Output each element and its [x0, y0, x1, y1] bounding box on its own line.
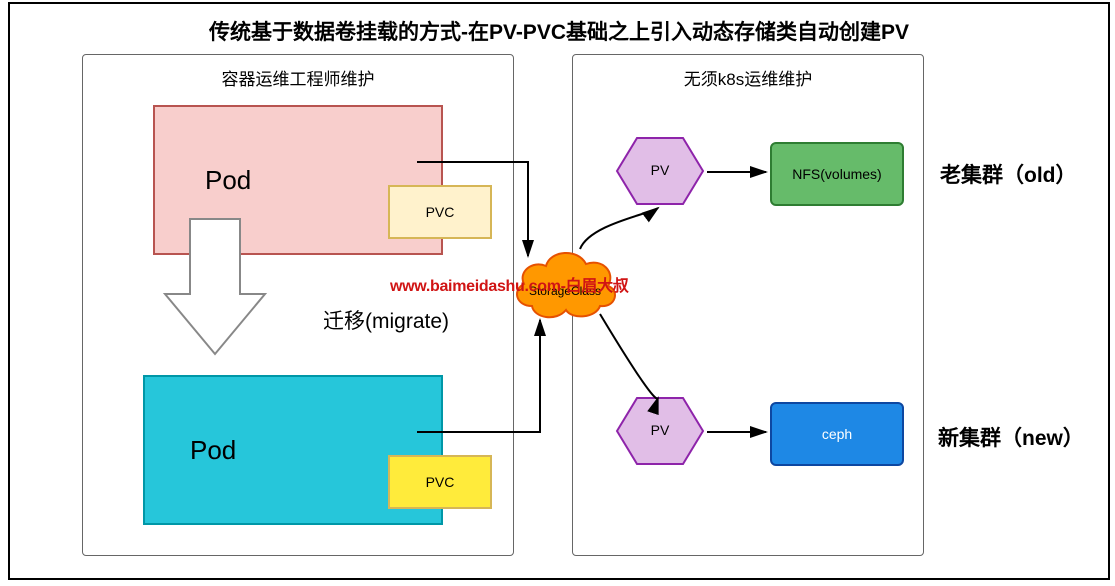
pvc-new-label: PVC: [426, 474, 455, 490]
nfs-label: NFS(volumes): [792, 166, 881, 182]
pv-old-label: PV: [615, 162, 705, 178]
pod-old-label: Pod: [205, 165, 251, 196]
pvc-new: PVC: [388, 455, 492, 509]
ceph-label: ceph: [822, 426, 852, 442]
pvc-old: PVC: [388, 185, 492, 239]
old-cluster-label: 老集群（old）: [940, 159, 1077, 189]
watermark-text: www.baimeidashu.com-白眉大叔: [390, 272, 628, 296]
pv-new-label: PV: [615, 422, 705, 438]
left-group: 容器运维工程师维护 Pod PVC 迁移(migrate) Pod PVC: [82, 54, 514, 556]
diagram-title: 传统基于数据卷挂载的方式-在PV-PVC基础之上引入动态存储类自动创建PV: [10, 16, 1108, 46]
pvc-old-label: PVC: [426, 204, 455, 220]
pod-new-label: Pod: [190, 435, 236, 466]
new-cluster-label: 新集群（new）: [938, 422, 1084, 452]
migrate-label: 迁移(migrate): [323, 305, 449, 335]
left-group-label: 容器运维工程师维护: [83, 65, 513, 90]
nfs-volume: NFS(volumes): [770, 142, 904, 206]
diagram-canvas: 传统基于数据卷挂载的方式-在PV-PVC基础之上引入动态存储类自动创建PV 容器…: [0, 0, 1115, 582]
right-group: 无须k8s运维维护: [572, 54, 924, 556]
pv-new: PV: [615, 396, 705, 466]
ceph-volume: ceph: [770, 402, 904, 466]
pv-old: PV: [615, 136, 705, 206]
outer-frame: 传统基于数据卷挂载的方式-在PV-PVC基础之上引入动态存储类自动创建PV 容器…: [8, 2, 1110, 580]
right-group-label: 无须k8s运维维护: [573, 65, 923, 90]
